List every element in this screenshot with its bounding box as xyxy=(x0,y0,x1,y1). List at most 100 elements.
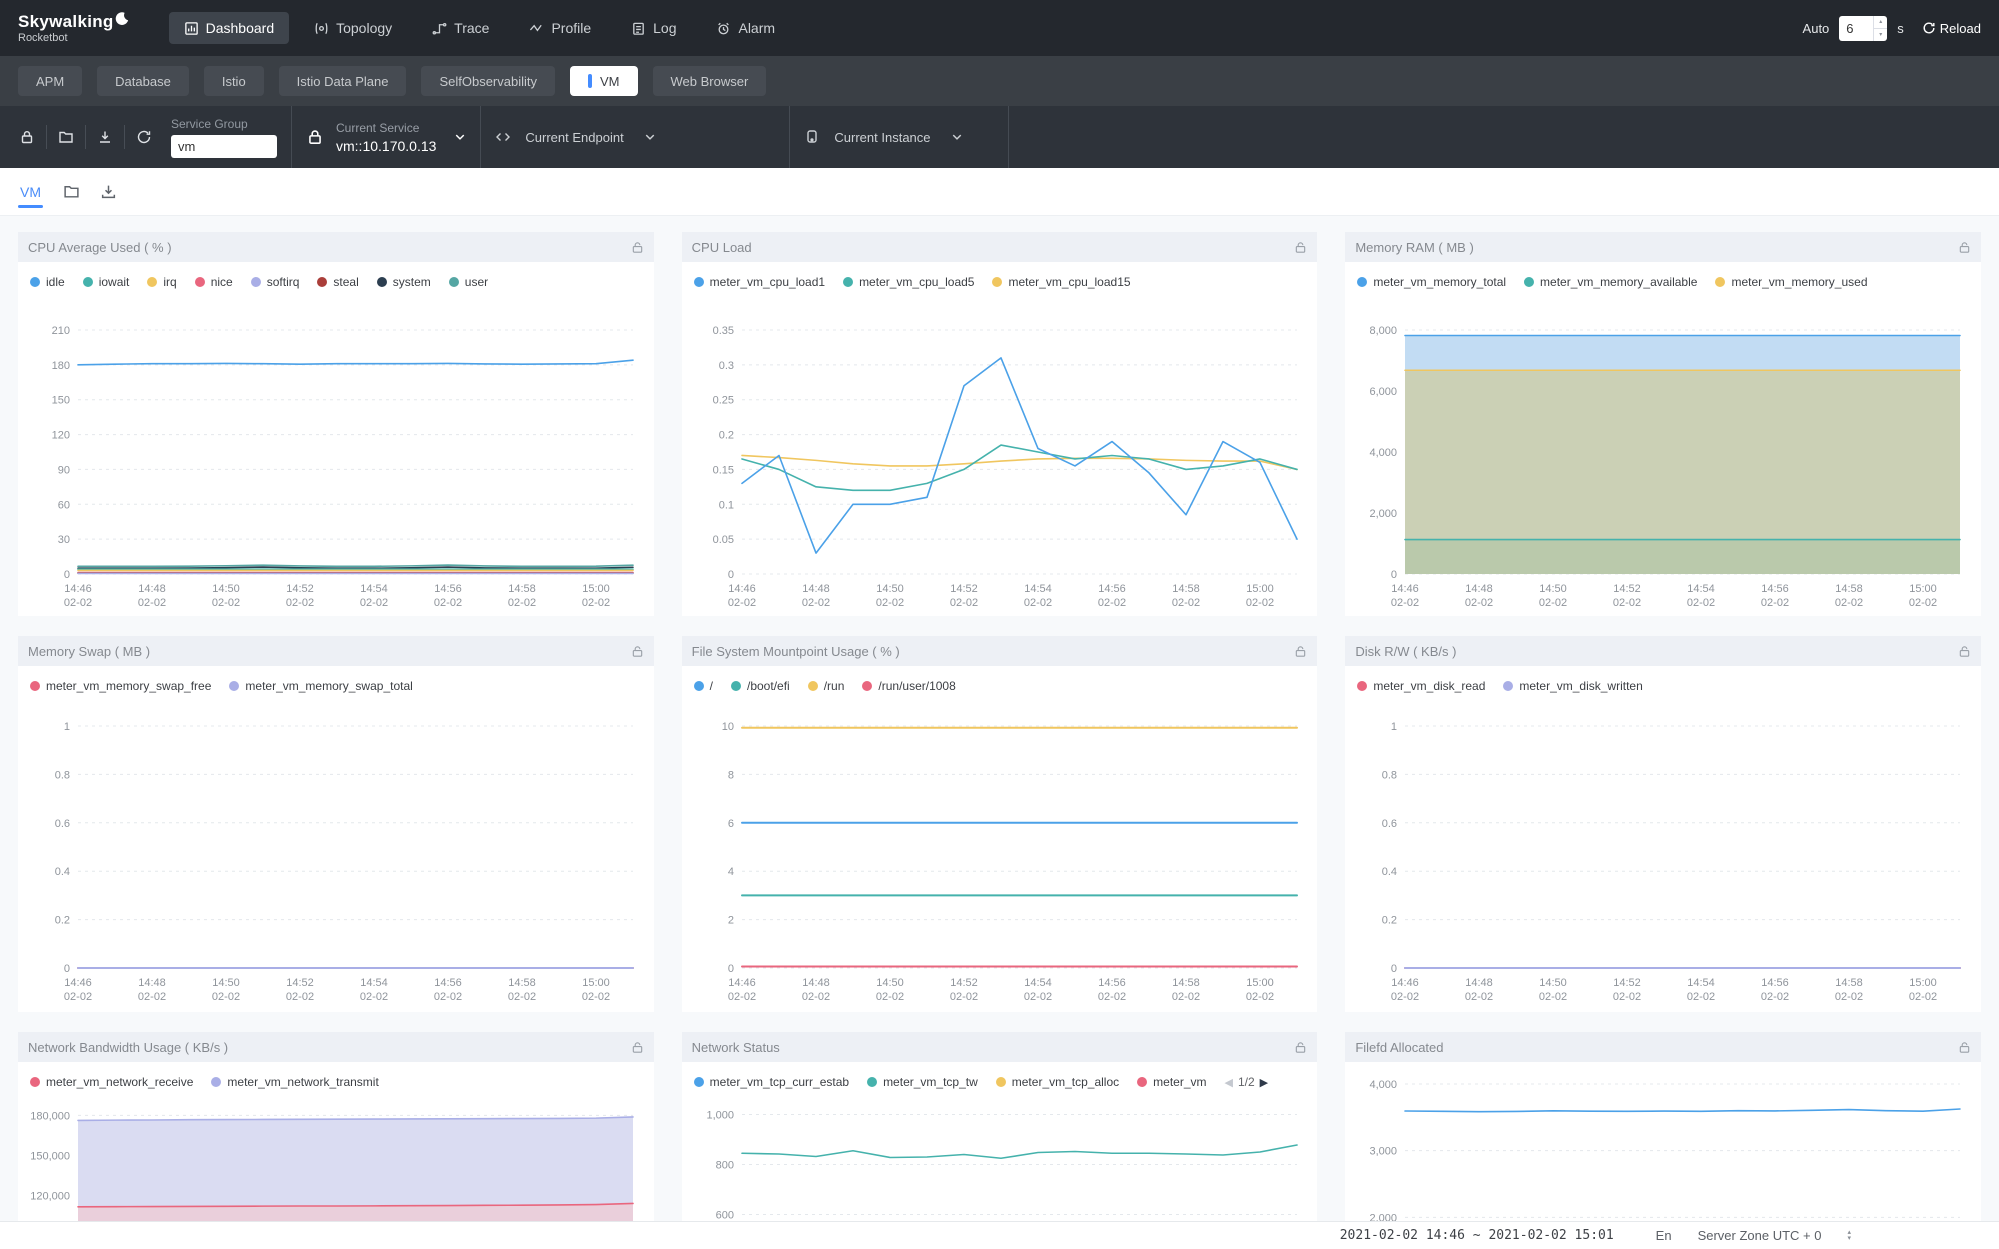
svg-text:0.1: 0.1 xyxy=(718,499,733,511)
legend-item[interactable]: meter_vm_memory_swap_free xyxy=(30,679,211,693)
page-tab-istio-data-plane[interactable]: Istio Data Plane xyxy=(279,66,407,96)
svg-text:02-02: 02-02 xyxy=(1909,597,1937,609)
legend-item[interactable]: system xyxy=(377,275,431,289)
legend-item[interactable]: meter_vm_disk_read xyxy=(1357,679,1485,693)
current-service-dropdown[interactable]: Current Service vm::10.170.0.13 xyxy=(306,121,466,154)
nav-item-profile[interactable]: Profile xyxy=(514,12,606,44)
svg-text:14:50: 14:50 xyxy=(876,583,904,595)
page-tab-database[interactable]: Database xyxy=(97,66,189,96)
legend-item[interactable]: meter_vm_network_transmit xyxy=(211,1075,378,1089)
svg-text:14:48: 14:48 xyxy=(138,977,166,989)
page-tab-apm[interactable]: APM xyxy=(18,66,82,96)
legend-item[interactable]: /run xyxy=(808,679,845,693)
download-subtab-icon[interactable] xyxy=(100,183,117,200)
lock-icon[interactable] xyxy=(631,1041,644,1054)
svg-text:02-02: 02-02 xyxy=(950,991,978,1003)
legend-dot xyxy=(1524,277,1534,287)
legend-item[interactable]: meter_vm_tcp_tw xyxy=(867,1075,978,1089)
page-tab-vm[interactable]: VM xyxy=(570,66,638,96)
legend-item[interactable]: meter_vm_memory_swap_total xyxy=(229,679,412,693)
lock-icon[interactable] xyxy=(631,241,644,254)
nav-item-trace[interactable]: Trace xyxy=(417,12,504,44)
lock-icon[interactable] xyxy=(1958,241,1971,254)
legend-item[interactable]: meter_vm_network_receive xyxy=(30,1075,193,1089)
legend-item[interactable]: meter_vm_tcp_alloc xyxy=(996,1075,1119,1089)
legend-item[interactable]: idle xyxy=(30,275,65,289)
lock-toolbar-icon[interactable] xyxy=(8,118,46,156)
nav-item-topology[interactable]: Topology xyxy=(299,12,407,44)
page-tab-web-browser[interactable]: Web Browser xyxy=(653,66,767,96)
auto-interval-input[interactable]: 6 ▴ ▾ xyxy=(1839,16,1887,41)
svg-text:14:46: 14:46 xyxy=(64,977,92,989)
legend-label: /run/user/1008 xyxy=(878,679,955,693)
service-group-input[interactable] xyxy=(171,135,277,158)
current-instance-dropdown[interactable]: Current Instance xyxy=(804,129,994,145)
svg-text:15:00: 15:00 xyxy=(582,583,610,595)
legend-dot xyxy=(195,277,205,287)
auto-interval-value[interactable]: 6 xyxy=(1839,16,1873,41)
legend-item[interactable]: meter_vm_memory_total xyxy=(1357,275,1506,289)
legend-item[interactable]: meter_vm_memory_available xyxy=(1524,275,1697,289)
server-zone-selector[interactable]: Server Zone UTC + 0 xyxy=(1698,1228,1822,1243)
svg-text:0.4: 0.4 xyxy=(55,866,70,878)
legend-item[interactable]: iowait xyxy=(83,275,130,289)
legend-dot xyxy=(449,277,459,287)
page-tab-selfobservability[interactable]: SelfObservability xyxy=(421,66,555,96)
legend-prev-icon[interactable]: ◀ xyxy=(1225,1076,1233,1089)
legend-next-icon[interactable]: ▶ xyxy=(1260,1076,1268,1089)
zone-down-icon[interactable]: ▾ xyxy=(1847,1236,1851,1242)
svg-text:0: 0 xyxy=(728,569,734,581)
legend-item[interactable]: meter_vm_cpu_load5 xyxy=(843,275,974,289)
tab-vm[interactable]: VM xyxy=(18,168,43,215)
legend-item[interactable]: meter_vm_cpu_load1 xyxy=(694,275,825,289)
svg-text:8,000: 8,000 xyxy=(1370,325,1398,337)
export-toolbar-icon[interactable] xyxy=(86,118,124,156)
legend-item[interactable]: meter_vm_memory_used xyxy=(1715,275,1867,289)
dashboard-tab-row: VM xyxy=(0,168,1999,216)
svg-text:02-02: 02-02 xyxy=(1391,991,1419,1003)
svg-text:02-02: 02-02 xyxy=(64,597,92,609)
folder-subtab-icon[interactable] xyxy=(63,183,80,200)
code-icon xyxy=(495,129,511,145)
language-selector[interactable]: En xyxy=(1656,1228,1672,1243)
legend-item[interactable]: meter_vm_tcp_curr_estab xyxy=(694,1075,849,1089)
lock-icon[interactable] xyxy=(631,645,644,658)
legend-item[interactable]: user xyxy=(449,275,488,289)
lock-icon[interactable] xyxy=(1958,645,1971,658)
chart-panel-header: CPU Load xyxy=(682,232,1318,262)
legend-item[interactable]: meter_vm_cpu_load15 xyxy=(992,275,1130,289)
svg-text:6,000: 6,000 xyxy=(1370,386,1398,398)
legend-item[interactable]: nice xyxy=(195,275,233,289)
alarm-icon xyxy=(716,21,731,36)
current-endpoint-dropdown[interactable]: Current Endpoint xyxy=(495,129,775,145)
legend-item[interactable]: irq xyxy=(147,275,176,289)
app-logo[interactable]: Skywalking Rocketbot xyxy=(18,12,129,44)
step-down-icon[interactable]: ▾ xyxy=(1874,29,1887,41)
legend-item[interactable]: softirq xyxy=(251,275,300,289)
legend-item[interactable]: steal xyxy=(317,275,358,289)
lock-icon[interactable] xyxy=(1294,241,1307,254)
legend-item[interactable]: /run/user/1008 xyxy=(862,679,955,693)
nav-item-alarm[interactable]: Alarm xyxy=(701,12,790,44)
time-range-picker[interactable]: 2021-02-02 14:46 ~ 2021-02-02 15:01 xyxy=(1340,1228,1614,1243)
legend-item[interactable]: meter_vm xyxy=(1137,1075,1206,1089)
legend-item[interactable]: / xyxy=(694,679,713,693)
legend-item[interactable]: /boot/efi xyxy=(731,679,790,693)
svg-text:02-02: 02-02 xyxy=(360,991,388,1003)
lock-icon[interactable] xyxy=(1294,1041,1307,1054)
legend-item[interactable]: meter_vm_disk_written xyxy=(1503,679,1642,693)
nav-item-dashboard[interactable]: Dashboard xyxy=(169,12,290,44)
svg-text:2: 2 xyxy=(728,915,734,927)
lock-icon[interactable] xyxy=(1958,1041,1971,1054)
svg-text:150: 150 xyxy=(52,395,70,407)
svg-text:14:48: 14:48 xyxy=(1466,977,1494,989)
folder-toolbar-icon[interactable] xyxy=(47,118,85,156)
nav-label: Dashboard xyxy=(206,20,275,36)
refresh-toolbar-icon[interactable] xyxy=(125,118,163,156)
step-up-icon[interactable]: ▴ xyxy=(1874,16,1887,29)
svg-text:02-02: 02-02 xyxy=(1761,597,1789,609)
lock-icon[interactable] xyxy=(1294,645,1307,658)
page-tab-istio[interactable]: Istio xyxy=(204,66,264,96)
reload-button[interactable]: Reload xyxy=(1922,21,1981,36)
nav-item-log[interactable]: Log xyxy=(616,12,691,44)
